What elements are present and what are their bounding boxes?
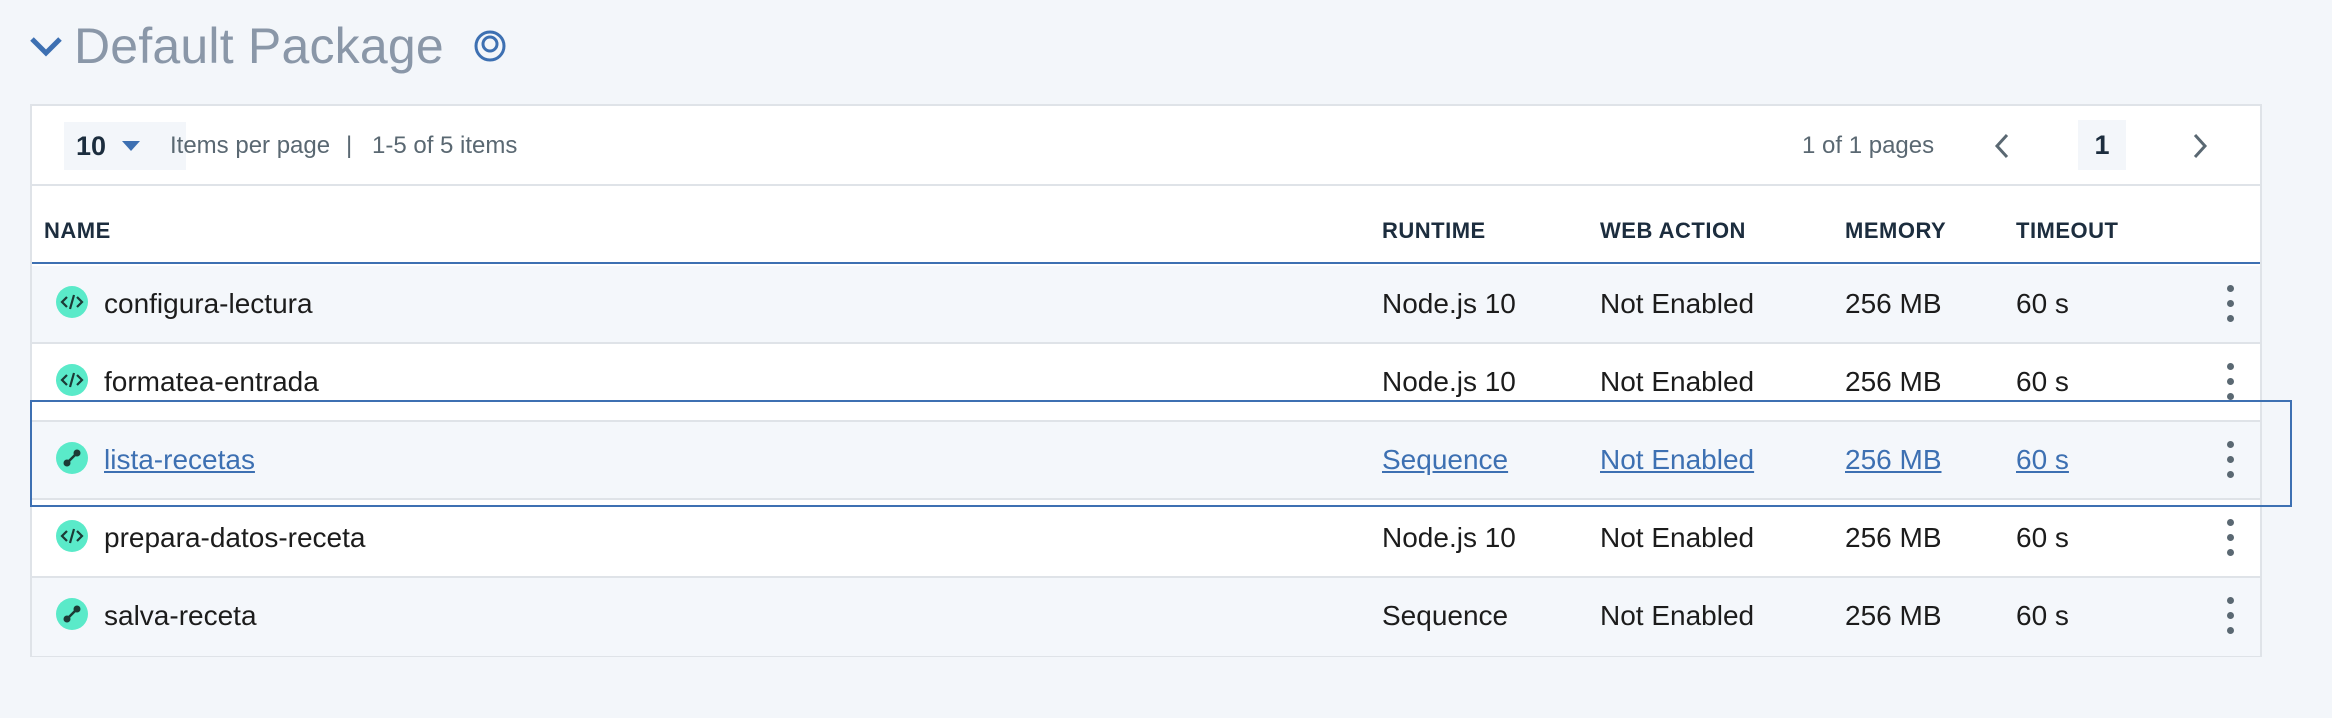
action-memory: 256 MB: [1845, 366, 1942, 397]
items-per-page-select[interactable]: 10: [64, 122, 186, 170]
chevron-right-icon[interactable]: [2176, 122, 2224, 170]
table-row[interactable]: configura-lectura Node.js 10 Not Enabled…: [32, 266, 2260, 344]
action-timeout: 60 s: [2016, 522, 2069, 553]
sequence-icon: [56, 598, 88, 630]
action-runtime: Node.js 10: [1382, 366, 1516, 397]
column-header-memory[interactable]: MEMORY: [1845, 218, 1946, 244]
items-per-page-label: Items per page: [170, 132, 331, 159]
action-timeout: 60 s: [2016, 366, 2069, 397]
package-title: Default Package: [74, 18, 444, 74]
overflow-menu-icon[interactable]: [2210, 278, 2250, 328]
sequence-icon: [56, 442, 88, 474]
code-action-icon: [56, 520, 88, 552]
action-runtime: Node.js 10: [1382, 522, 1516, 553]
caret-down-icon: [122, 141, 141, 151]
overflow-menu-icon[interactable]: [2210, 590, 2250, 640]
code-action-icon: [56, 286, 88, 318]
column-header-name[interactable]: NAME: [44, 218, 111, 244]
package-circle-icon: [472, 28, 508, 64]
action-name[interactable]: lista-recetas: [104, 444, 255, 476]
table-row[interactable]: salva-receta Sequence Not Enabled 256 MB…: [32, 578, 2260, 656]
action-runtime: Node.js 10: [1382, 288, 1516, 319]
table-header: NAME RUNTIME WEB ACTION MEMORY TIMEOUT: [32, 186, 2260, 264]
action-name[interactable]: salva-receta: [104, 600, 257, 632]
action-name[interactable]: configura-lectura: [104, 288, 313, 320]
package-header: Default Package: [28, 14, 508, 78]
table-row[interactable]: formatea-entrada Node.js 10 Not Enabled …: [32, 344, 2260, 422]
action-web-action[interactable]: Not Enabled: [1600, 444, 1754, 476]
action-runtime: Sequence: [1382, 600, 1509, 631]
overflow-menu-icon[interactable]: [2210, 356, 2250, 406]
chevron-left-icon[interactable]: [1978, 122, 2026, 170]
action-runtime[interactable]: Sequence: [1382, 444, 1508, 476]
pagination-bar: 10 Items per page | 1-5 of 5 items 1 of …: [32, 106, 2260, 186]
overflow-menu-icon[interactable]: [2210, 512, 2250, 562]
action-memory[interactable]: 256 MB: [1845, 444, 1942, 476]
action-memory: 256 MB: [1845, 288, 1942, 319]
column-header-web-action[interactable]: WEB ACTION: [1600, 218, 1746, 244]
action-timeout: 60 s: [2016, 288, 2069, 319]
action-memory: 256 MB: [1845, 522, 1942, 553]
actions-table-panel: 10 Items per page | 1-5 of 5 items 1 of …: [30, 104, 2292, 657]
code-action-icon: [56, 364, 88, 396]
items-per-page-value: 10: [76, 130, 107, 161]
action-memory: 256 MB: [1845, 600, 1942, 631]
action-web-action: Not Enabled: [1600, 600, 1755, 631]
column-header-timeout[interactable]: TIMEOUT: [2016, 218, 2119, 244]
action-timeout[interactable]: 60 s: [2016, 444, 2069, 476]
action-name[interactable]: prepara-datos-receta: [104, 522, 365, 554]
action-web-action: Not Enabled: [1600, 366, 1755, 397]
action-web-action: Not Enabled: [1600, 288, 1755, 319]
current-page-number[interactable]: 1: [2078, 120, 2126, 170]
column-header-runtime[interactable]: RUNTIME: [1382, 218, 1486, 244]
table-row[interactable]: prepara-datos-receta Node.js 10 Not Enab…: [32, 500, 2260, 578]
page-count-label: 1 of 1 pages: [1802, 132, 1935, 159]
action-web-action: Not Enabled: [1600, 522, 1755, 553]
overflow-menu-icon[interactable]: [2210, 434, 2250, 484]
table-row[interactable]: lista-recetas Sequence Not Enabled 256 M…: [32, 422, 2260, 500]
action-timeout: 60 s: [2016, 600, 2069, 631]
pager-separator: |: [346, 132, 353, 159]
action-name[interactable]: formatea-entrada: [104, 366, 319, 398]
chevron-down-icon[interactable]: [28, 28, 64, 64]
item-range-label: 1-5 of 5 items: [372, 132, 518, 159]
